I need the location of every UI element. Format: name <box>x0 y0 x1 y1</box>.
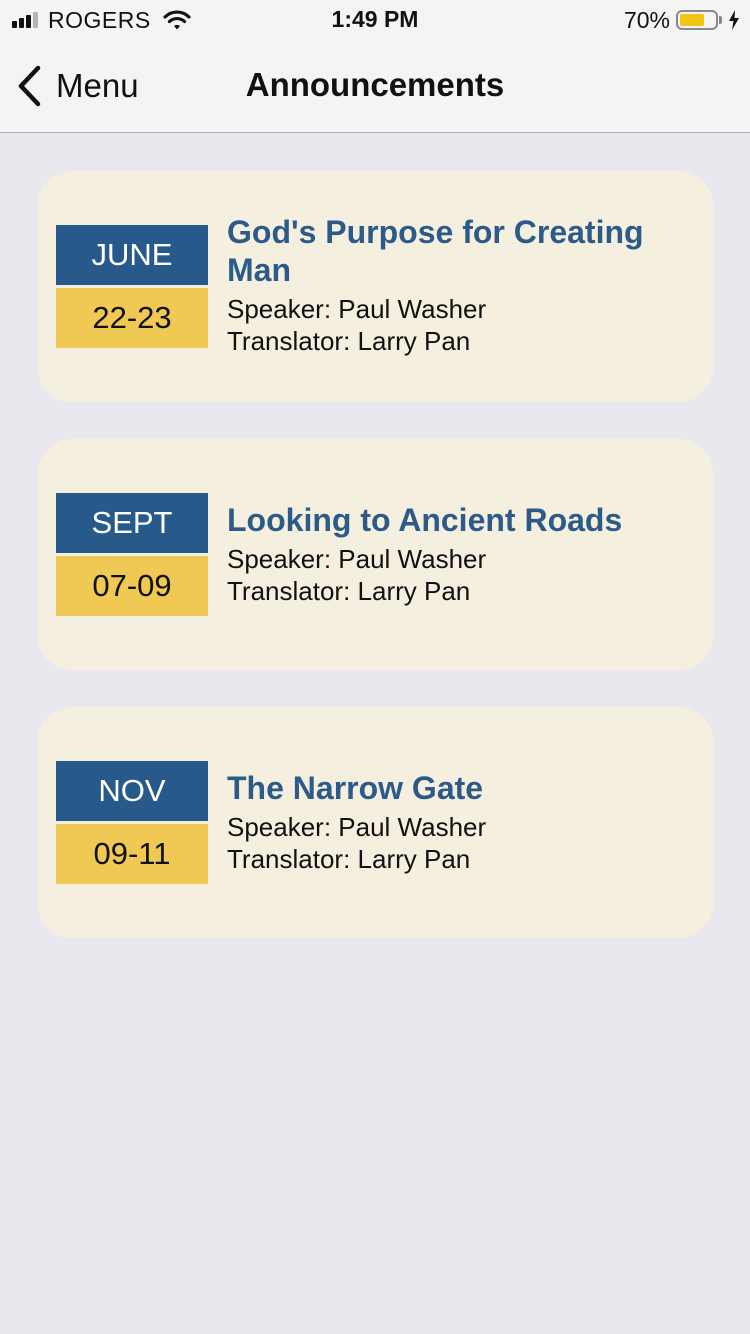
date-badge: NOV 09-11 <box>56 761 208 884</box>
charging-bolt-icon <box>729 10 739 30</box>
announcement-card[interactable]: SEPT 07-09 Looking to Ancient Roads Spea… <box>38 439 713 670</box>
announcement-title: God's Purpose for Creating Man <box>227 214 644 288</box>
page-title: Announcements <box>245 66 505 103</box>
date-month: JUNE <box>56 225 208 285</box>
announcement-card[interactable]: NOV 09-11 The Narrow Gate Speaker: Paul … <box>38 707 713 938</box>
date-days: 07-09 <box>56 556 208 616</box>
announcement-title: The Narrow Gate <box>227 770 484 806</box>
date-badge: SEPT 07-09 <box>56 493 208 616</box>
date-month: SEPT <box>56 493 208 553</box>
date-month: NOV <box>56 761 208 821</box>
announcement-card[interactable]: JUNE 22-23 God's Purpose for Creating Ma… <box>38 171 713 402</box>
announcement-speaker: Speaker: Paul Washer <box>227 812 487 842</box>
announcement-list: JUNE 22-23 God's Purpose for Creating Ma… <box>38 171 713 975</box>
announcement-details: The Narrow Gate Speaker: Paul Washer Tra… <box>227 769 677 875</box>
date-days: 09-11 <box>56 824 208 884</box>
battery-percent: 70% <box>623 6 670 33</box>
announcement-speaker: Speaker: Paul Washer <box>227 294 487 324</box>
date-days: 22-23 <box>56 288 208 348</box>
status-bar: ROGERS 1:49 PM 70% <box>0 0 750 40</box>
announcement-translator: Translator: Larry Pan <box>227 576 471 606</box>
navigation-bar: Menu Announcements <box>0 40 750 133</box>
announcement-speaker: Speaker: Paul Washer <box>227 544 487 574</box>
announcement-translator: Translator: Larry Pan <box>227 326 471 356</box>
announcements-screen: ROGERS 1:49 PM 70% Menu Announcements JU… <box>0 0 750 1334</box>
announcement-translator: Translator: Larry Pan <box>227 844 471 874</box>
date-badge: JUNE 22-23 <box>56 225 208 348</box>
status-right: 70% <box>624 6 740 34</box>
announcement-title: Looking to Ancient Roads <box>227 502 623 538</box>
announcement-details: Looking to Ancient Roads Speaker: Paul W… <box>227 501 677 607</box>
battery-fill <box>680 14 704 26</box>
announcement-details: God's Purpose for Creating Man Speaker: … <box>227 213 677 357</box>
battery-icon <box>676 10 718 30</box>
battery-tip <box>719 16 722 24</box>
